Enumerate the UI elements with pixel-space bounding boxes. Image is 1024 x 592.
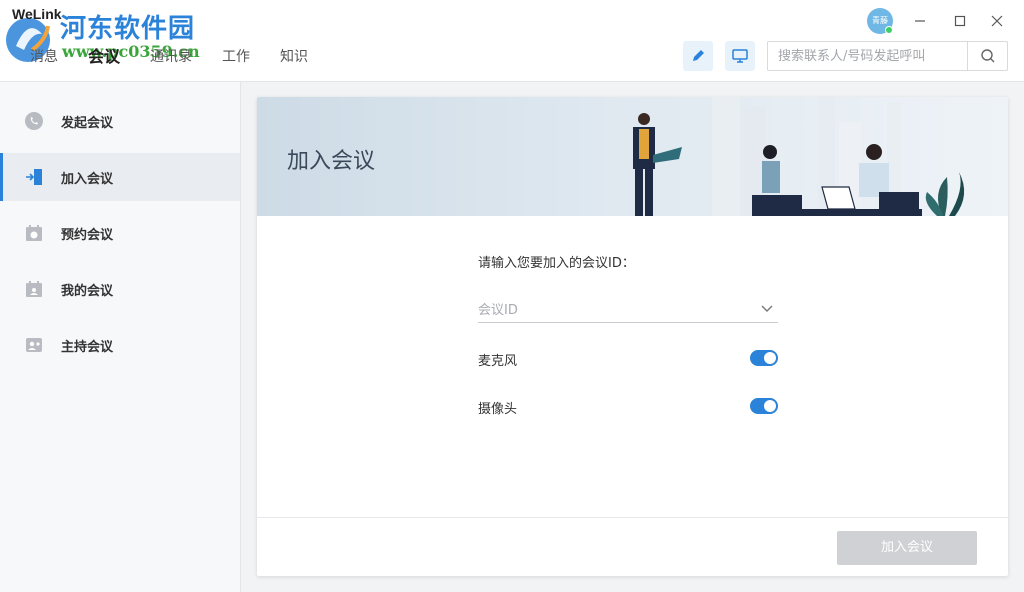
sidebar: 发起会议 加入会议 预约会议 我的会议 主持会议: [0, 82, 241, 592]
sidebar-item-my-meetings[interactable]: 我的会议: [0, 265, 240, 313]
search-input[interactable]: [778, 42, 968, 70]
watermark-title: 河东软件园: [60, 14, 196, 44]
sidebar-item-label: 发起会议: [61, 115, 114, 131]
calendar-user-icon: [26, 281, 42, 297]
minimize-button[interactable]: [907, 8, 933, 34]
maximize-icon: [954, 15, 966, 27]
meeting-id-select[interactable]: 会议ID: [478, 295, 778, 323]
sidebar-item-schedule-meeting[interactable]: 预约会议: [0, 209, 240, 257]
toggle-knob: [764, 400, 776, 412]
camera-toggle[interactable]: [750, 398, 778, 414]
online-status-dot: [885, 26, 893, 34]
close-button[interactable]: [984, 8, 1010, 34]
search-icon: [980, 49, 994, 63]
top-bar: WeLink 河东软件园 www.pc0359.cn 消息 会议 通讯录 工作 …: [0, 0, 1024, 82]
sidebar-item-label: 我的会议: [61, 283, 114, 299]
sidebar-item-start-meeting[interactable]: 发起会议: [0, 97, 240, 145]
card-footer: 加入会议: [257, 517, 1008, 576]
monitor-icon: [732, 49, 748, 63]
nav-item-messages[interactable]: 消息: [30, 46, 58, 68]
edit-button[interactable]: [683, 41, 713, 71]
nav-item-contacts[interactable]: 通讯录: [150, 46, 192, 68]
minimize-icon: [915, 20, 925, 22]
camera-label: 摄像头: [478, 402, 518, 417]
microphone-label: 麦克风: [478, 354, 518, 369]
screen-share-button[interactable]: [725, 41, 755, 71]
sidebar-item-host-meeting[interactable]: 主持会议: [0, 321, 240, 369]
page-title: 加入会议: [287, 149, 376, 174]
microphone-toggle[interactable]: [750, 350, 778, 366]
sidebar-item-label: 加入会议: [61, 171, 114, 187]
meeting-id-prompt: 请输入您要加入的会议ID：: [478, 256, 635, 271]
nav-item-meetings[interactable]: 会议: [88, 46, 120, 68]
enter-icon: [26, 169, 42, 185]
toggle-knob: [764, 352, 776, 364]
maximize-button[interactable]: [947, 8, 973, 34]
sidebar-item-label: 预约会议: [61, 227, 114, 243]
nav-item-knowledge[interactable]: 知识: [280, 46, 308, 68]
search-box: [767, 41, 1008, 71]
join-meeting-card: 加入会议 请输入您要加入的会议ID： 会议ID 麦克风 摄像头 加入会议: [257, 97, 1008, 576]
calendar-clock-icon: [26, 225, 42, 241]
phone-icon: [25, 112, 43, 130]
main-nav: 消息 会议 通讯录 工作 知识: [30, 46, 338, 68]
sidebar-item-label: 主持会议: [61, 339, 114, 355]
meeting-id-placeholder: 会议ID: [478, 303, 518, 318]
nav-item-work[interactable]: 工作: [222, 46, 250, 68]
search-button[interactable]: [967, 42, 1007, 70]
pencil-icon: [693, 50, 704, 61]
close-icon: [991, 15, 1003, 27]
sidebar-item-join-meeting[interactable]: 加入会议: [0, 153, 240, 201]
meeting-illustration-icon: [633, 97, 965, 216]
host-icon: [26, 338, 42, 352]
join-meeting-button[interactable]: 加入会议: [837, 531, 977, 565]
chevron-down-icon: [761, 305, 773, 312]
app-title: WeLink: [12, 6, 62, 22]
banner: 加入会议: [257, 97, 1008, 216]
